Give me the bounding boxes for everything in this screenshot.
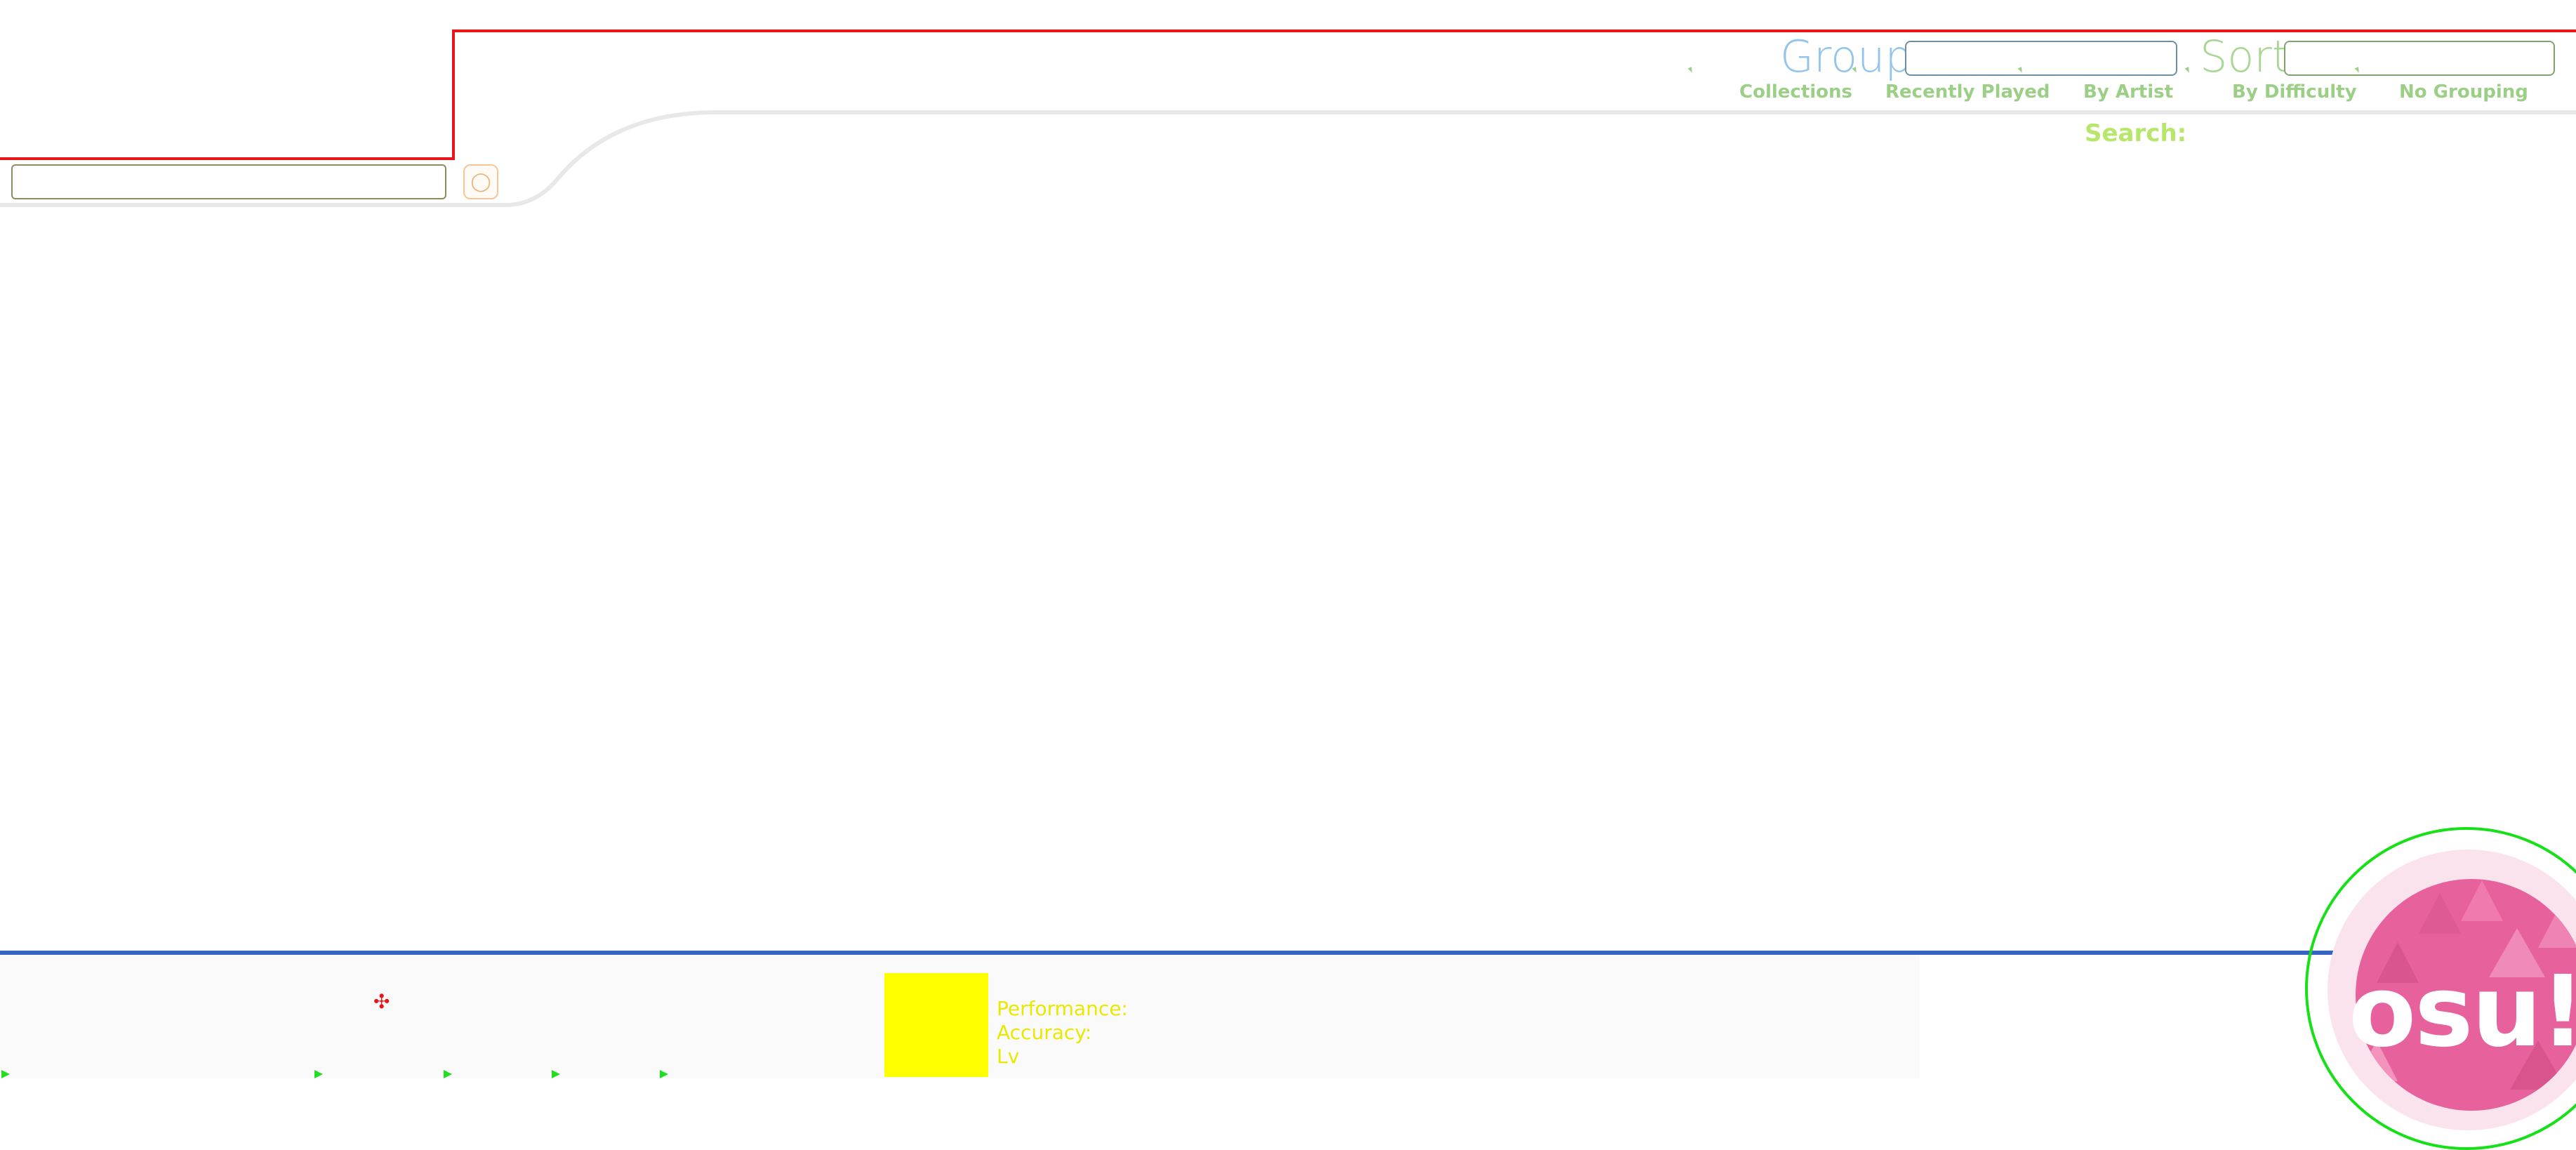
cursor-marker-icon: ✣: [373, 990, 390, 1013]
performance-label: Performance:: [997, 997, 1128, 1020]
tab-no-grouping[interactable]: No Grouping: [2399, 81, 2528, 103]
group-dropdown[interactable]: [1905, 41, 2177, 76]
search-label: Search:: [2085, 119, 2187, 147]
footer-button-marker-icon[interactable]: [314, 1070, 323, 1078]
tab-tick-icon: [2184, 67, 2191, 74]
player-avatar[interactable]: [884, 973, 988, 1077]
sort-label: Sort: [2200, 31, 2290, 82]
osu-logo-text: osu!: [2349, 955, 2576, 1069]
footer-button-marker-icon[interactable]: [1, 1070, 10, 1078]
level-label: Lv: [997, 1045, 1020, 1068]
tab-collections[interactable]: Collections: [1739, 81, 1852, 103]
tab-by-artist[interactable]: By Artist: [2083, 81, 2173, 103]
footer-button-marker-icon[interactable]: [660, 1070, 668, 1078]
footer-divider: [0, 951, 2351, 955]
tab-recently-played[interactable]: Recently Played: [1885, 81, 2050, 103]
accuracy-label: Accuracy:: [997, 1021, 1092, 1044]
tab-tick-icon: [1687, 67, 1694, 74]
search-input[interactable]: [11, 164, 446, 199]
group-label: Group: [1780, 31, 1913, 82]
tab-by-difficulty[interactable]: By Difficulty: [2232, 81, 2357, 103]
sort-dropdown[interactable]: [2284, 41, 2555, 76]
footer-button-marker-icon[interactable]: [444, 1070, 452, 1078]
chat-bubble-icon: ◯: [470, 171, 491, 192]
footer-button-marker-icon[interactable]: [552, 1070, 560, 1078]
search-button[interactable]: ◯: [463, 164, 498, 199]
